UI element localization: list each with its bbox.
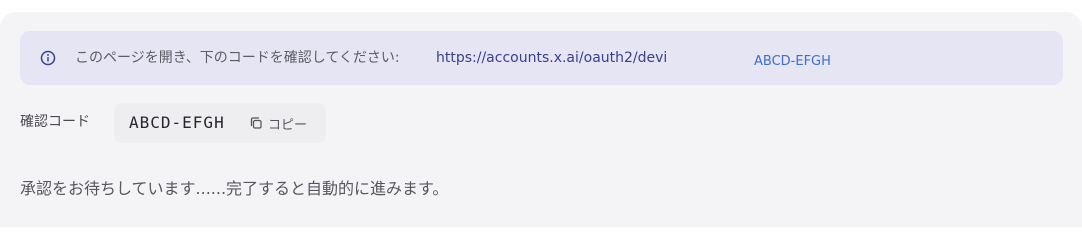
verification-code-value: ABCD-EFGH (129, 113, 225, 132)
verification-code-label: 確認コード (20, 114, 90, 130)
banner-user-code: ABCD-EFGH (754, 54, 831, 69)
copy-icon (249, 116, 263, 130)
info-circle-icon (40, 50, 56, 66)
copy-button-label: コピー (268, 117, 308, 133)
verification-url-link[interactable]: https://accounts.x.ai/oauth2/devi (436, 49, 667, 67)
verification-code-chip: ABCD-EFGH コピー (114, 103, 326, 143)
status-message: 承認をお待ちしています......完了すると自動的に進みます。 (20, 179, 449, 198)
instruction-text: このページを開き、下のコードを確認してください: (75, 50, 400, 66)
copy-button[interactable]: コピー (247, 111, 313, 135)
device-auth-panel: このページを開き、下のコードを確認してください: https://account… (0, 12, 1082, 227)
info-banner: このページを開き、下のコードを確認してください: https://account… (20, 31, 1063, 85)
